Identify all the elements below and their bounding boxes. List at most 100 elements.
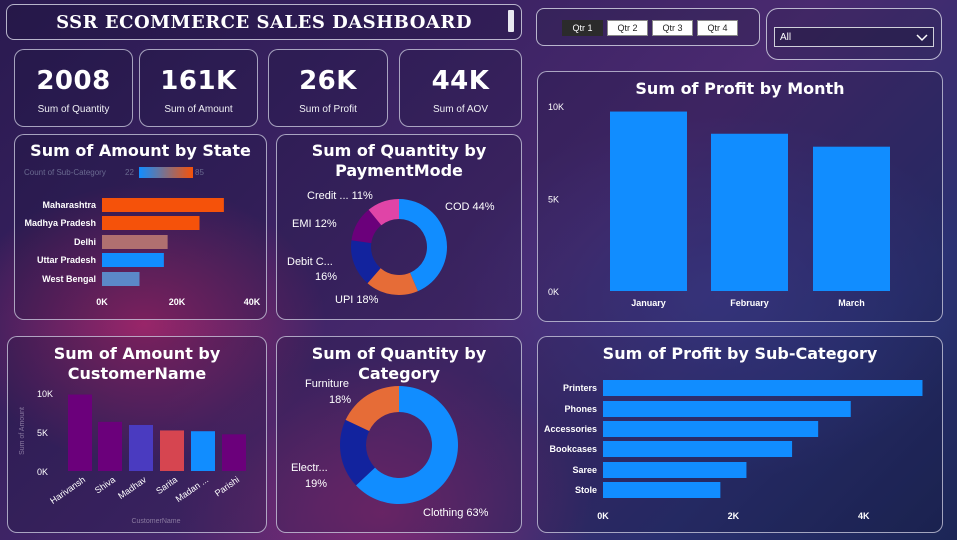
bar — [603, 380, 923, 396]
category-label: Madhya Pradesh — [24, 218, 96, 228]
chart-amount-by-customername: Harivansh Shiva Madhav SaritaMadan ... Paris… — [19, 389, 246, 525]
category-label: Madan ... — [174, 474, 210, 504]
kpi-value: 161K — [160, 66, 237, 96]
data-label: UPI 18% — [335, 294, 379, 306]
tick-label: 5K — [548, 195, 559, 205]
kpi-card-quantity: 2008 Sum of Quantity — [14, 49, 133, 127]
category-label: January — [631, 298, 666, 308]
quarter-button-2[interactable]: Qtr 2 — [607, 20, 648, 36]
tick-label: 0K — [597, 511, 609, 521]
filter-dropdown-value: All — [780, 32, 792, 43]
category-label: West Bengal — [42, 274, 96, 284]
chart-panel-amount-by-state: Sum of Amount by State Count of Sub-Cate… — [14, 134, 267, 320]
bar — [102, 253, 164, 267]
data-label: COD 44% — [445, 201, 495, 213]
category-label: Phones — [564, 404, 597, 414]
bar — [191, 431, 215, 471]
bar — [102, 235, 168, 249]
bar — [603, 462, 747, 478]
bar — [98, 421, 122, 471]
chart-amount-by-state: Count of Sub-Category 22 85 Maharashtra Madh… — [24, 167, 261, 307]
tick-label: 0K — [37, 467, 48, 477]
tick-label: 0K — [96, 297, 108, 307]
quarter-button-4[interactable]: Qtr 4 — [697, 20, 738, 36]
bar — [129, 424, 153, 471]
dashboard-title-bar: SSR ECOMMERCE SALES DASHBOARD — [6, 4, 522, 40]
category-label: March — [838, 298, 865, 308]
bar — [160, 430, 184, 471]
legend-max: 85 — [195, 168, 204, 177]
chart-profit-by-subcategory: Printers Phones Accessories Bookcases Saree S… — [544, 380, 923, 521]
category-label: Sarita — [154, 474, 179, 496]
tick-label: 10K — [37, 389, 53, 399]
kpi-value: 26K — [299, 66, 357, 96]
bar — [102, 272, 140, 286]
chart-panel-profit-by-subcategory: Sum of Profit by Sub-Category Printers Ph… — [537, 336, 943, 533]
legend-gradient — [139, 167, 193, 178]
y-axis-label: Sum of Amount — [19, 407, 26, 455]
category-label: Parishi — [213, 474, 241, 498]
category-label: Printers — [563, 383, 597, 393]
chart-quantity-by-category: Clothing 63% Electr... 19% Furniture 18% — [291, 378, 489, 519]
tick-label: 10K — [548, 102, 564, 112]
bar — [603, 441, 793, 457]
chart-panel-quantity-by-paymentmode: Sum of Quantity by PaymentMode COD 44% UP… — [276, 134, 522, 320]
quarter-slicer: Qtr 1 Qtr 2 Qtr 3 Qtr 4 — [536, 8, 760, 46]
x-axis-label: CustomerName — [131, 518, 180, 525]
data-label: EMI 12% — [292, 218, 337, 230]
category-label: Delhi — [74, 237, 96, 247]
bar — [68, 394, 92, 471]
quarter-button-1[interactable]: Qtr 1 — [562, 20, 603, 36]
category-label: Harivansh — [48, 474, 87, 505]
tick-label: 5K — [37, 428, 48, 438]
dashboard-title: SSR ECOMMERCE SALES DASHBOARD — [56, 12, 472, 33]
category-label: February — [730, 298, 769, 308]
quarter-button-3[interactable]: Qtr 3 — [652, 20, 693, 36]
data-label: Clothing 63% — [423, 507, 489, 519]
chart-panel-amount-by-customername: Sum of Amount by CustomerName Harivansh S… — [7, 336, 267, 533]
category-label: Madhav — [116, 474, 148, 501]
kpi-label: Sum of Amount — [164, 104, 233, 115]
kpi-value: 2008 — [36, 66, 111, 96]
data-label: Credit ... 11% — [307, 190, 373, 202]
category-label: Shiva — [93, 474, 117, 495]
chart-panel-profit-by-month: Sum of Profit by Month January February Ma… — [537, 71, 943, 322]
chart-profit-by-month: January February March 0K 5K 10K — [548, 102, 890, 308]
tick-label: 40K — [244, 297, 261, 307]
legend-title: Count of Sub-Category — [24, 168, 106, 177]
chart-quantity-by-paymentmode: COD 44% UPI 18% Debit C... 16% EMI 12% Credit… — [287, 190, 495, 306]
tick-label: 0K — [548, 287, 559, 297]
filter-dropdown[interactable]: All — [774, 27, 934, 47]
kpi-card-aov: 44K Sum of AOV — [399, 49, 522, 127]
legend-min: 22 — [125, 168, 134, 177]
tick-label: 2K — [728, 511, 740, 521]
kpi-label: Sum of Quantity — [37, 104, 110, 115]
category-label: Stole — [575, 485, 597, 495]
category-label: Uttar Pradesh — [37, 255, 96, 265]
bar — [102, 216, 200, 230]
chart-panel-quantity-by-category: Sum of Quantity by Category Clothing 63%… — [276, 336, 522, 533]
kpi-card-profit: 26K Sum of Profit — [268, 49, 388, 127]
bar — [603, 401, 851, 417]
bar — [603, 482, 721, 498]
kpi-label: Sum of AOV — [432, 104, 489, 115]
bar — [603, 421, 819, 437]
bar — [102, 198, 224, 212]
kpi-label: Sum of Profit — [299, 104, 357, 115]
tick-label: 4K — [858, 511, 870, 521]
bar — [610, 111, 687, 291]
data-label: Electr... 19% — [291, 462, 328, 490]
bar — [222, 434, 246, 471]
bar — [711, 133, 788, 291]
chevron-down-icon — [916, 34, 928, 42]
category-label: Accessories — [544, 424, 597, 434]
data-label: Furniture 18% — [305, 378, 351, 406]
kpi-card-amount: 161K Sum of Amount — [139, 49, 258, 127]
category-label: Bookcases — [549, 444, 597, 454]
kpi-value: 44K — [431, 66, 490, 96]
data-label: Debit C... 16% — [287, 256, 337, 283]
category-label: Maharashtra — [42, 200, 97, 210]
title-scroll-handle[interactable] — [508, 10, 514, 32]
tick-label: 20K — [169, 297, 186, 307]
filter-dropdown-panel: All — [766, 8, 942, 60]
